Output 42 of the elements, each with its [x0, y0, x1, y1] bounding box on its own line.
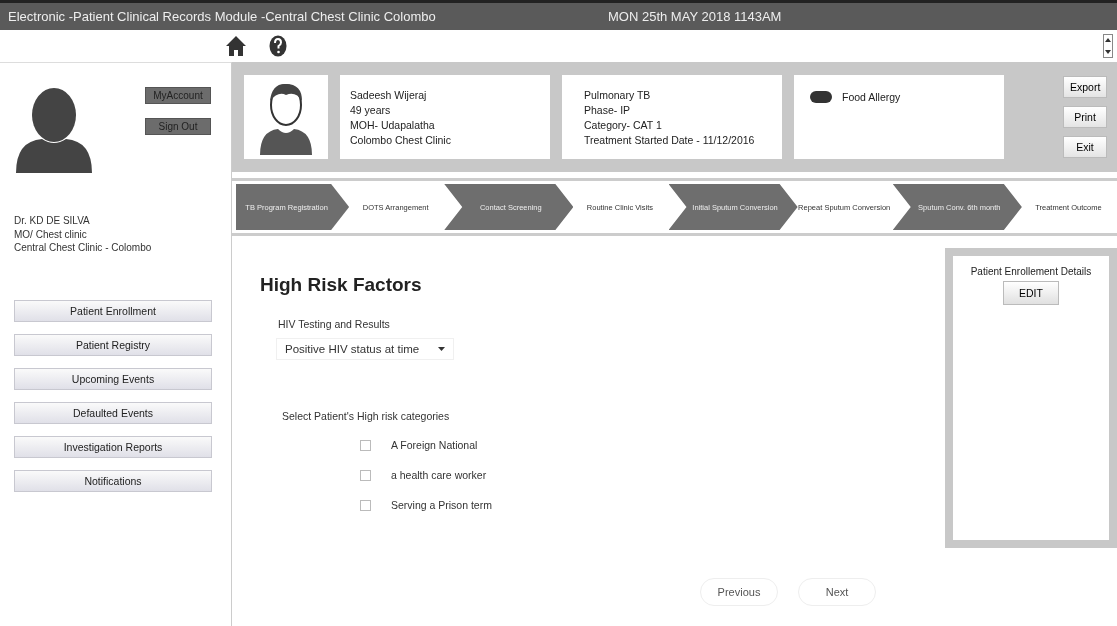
nav-button[interactable]: Notifications	[14, 469, 212, 492]
doctor-clinic: Central Chest Clinic - Colombo	[14, 242, 153, 254]
nav-button[interactable]: Investigation Reports	[14, 435, 212, 458]
treatment-detail: Treatment Started Date - 11/12/2016	[584, 133, 756, 146]
scroll-arrows[interactable]	[1103, 34, 1113, 58]
patient-detail: 49 years	[350, 103, 392, 116]
nav-button[interactable]: Patient Registry	[14, 333, 212, 356]
checkbox[interactable]	[360, 499, 371, 511]
checkbox[interactable]	[360, 439, 371, 451]
nav-step-button[interactable]: Next	[798, 578, 876, 606]
field-label: Select Patient's High risk categories	[282, 410, 451, 422]
doctor-role: MO/ Chest clinic	[14, 228, 88, 240]
checkbox[interactable]	[360, 469, 371, 481]
date-time: MON 25th MAY 2018 1143AM	[608, 9, 782, 24]
checkbox-label: a health care worker	[391, 469, 487, 481]
action-button[interactable]: Print	[1063, 106, 1107, 128]
nav-step-button[interactable]: Previous	[700, 578, 778, 606]
dropdown-caret-icon	[438, 347, 445, 351]
treatment-detail: Category- CAT 1	[584, 118, 663, 131]
checkbox-label: A Foreign National	[391, 439, 478, 451]
alert-label: Food Allergy	[842, 91, 901, 103]
doctor-name: Dr. KD DE SILVA	[14, 215, 91, 227]
field-label: HIV Testing and Results	[278, 318, 391, 330]
treatment-detail: Pulmonary TB	[584, 88, 652, 101]
help-icon[interactable]	[269, 35, 287, 57]
user-avatar-icon	[14, 87, 94, 173]
window-title: Electronic -Patient Clinical Records Module -Central Chest Clinic Colombo	[8, 9, 437, 24]
patient-detail: MOH- Udapalatha	[350, 118, 436, 131]
checkbox-label: Serving a Prison term	[391, 499, 492, 511]
action-button[interactable]: Export	[1063, 76, 1107, 98]
hiv-dropdown[interactable]: Positive HIV status at time	[276, 338, 454, 360]
treatment-detail: Phase- IP	[584, 103, 632, 116]
nav-button[interactable]: Defaulted Events	[14, 401, 212, 424]
panel-title: Patient Enrollement Details	[970, 266, 1092, 277]
home-icon[interactable]	[225, 35, 247, 57]
patient-detail: Sadeesh Wijeraj	[350, 88, 428, 101]
action-button[interactable]: Exit	[1063, 136, 1107, 158]
nav-button[interactable]: Patient Enrollment	[14, 299, 212, 322]
section-title: High Risk Factors	[260, 274, 423, 296]
nav-button[interactable]: Upcoming Events	[14, 367, 212, 390]
patient-detail: Colombo Chest Clinic	[350, 133, 452, 146]
edit-button[interactable]: EDIT	[1003, 281, 1059, 305]
